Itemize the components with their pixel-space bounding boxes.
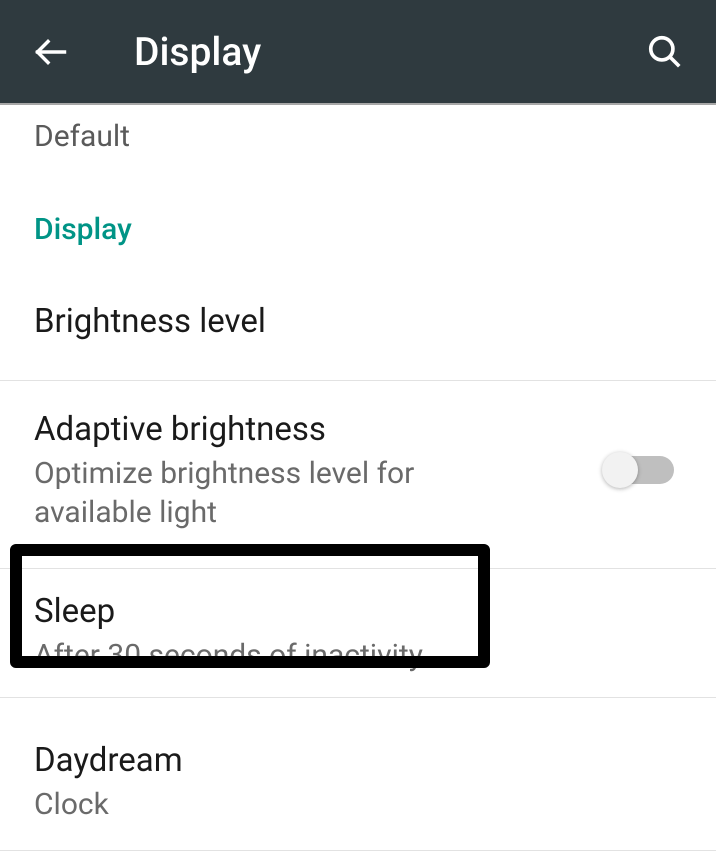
setting-sleep[interactable]: Sleep After 30 seconds of inactivity <box>0 569 716 698</box>
app-header: Display <box>0 0 716 105</box>
back-arrow-icon <box>33 34 69 70</box>
setting-subtitle: Clock <box>34 785 682 824</box>
setting-title: Brightness level <box>34 301 682 344</box>
setting-adaptive-brightness[interactable]: Adaptive brightness Optimize brightness … <box>0 381 716 569</box>
setting-title: Sleep <box>34 591 682 634</box>
setting-text: Adaptive brightness Optimize brightness … <box>34 409 604 532</box>
setting-subtitle: After 30 seconds of inactivity <box>34 636 682 675</box>
settings-content: Default Display Brightness level Adaptiv… <box>0 105 716 851</box>
setting-text: Daydream Clock <box>34 740 682 824</box>
setting-title: Daydream <box>34 740 682 783</box>
default-value-label: Default <box>0 105 716 212</box>
setting-subtitle: Optimize brightness level for available … <box>34 454 504 532</box>
setting-title: Adaptive brightness <box>34 409 604 452</box>
setting-daydream[interactable]: Daydream Clock <box>0 698 716 851</box>
page-title: Display <box>134 29 261 75</box>
search-button[interactable] <box>644 31 686 73</box>
setting-text: Sleep After 30 seconds of inactivity <box>34 591 682 675</box>
section-header-display: Display <box>0 212 716 273</box>
setting-text: Brightness level <box>34 301 682 344</box>
toggle-thumb-icon <box>602 452 638 488</box>
setting-brightness-level[interactable]: Brightness level <box>0 273 716 381</box>
adaptive-brightness-toggle[interactable] <box>604 456 674 484</box>
back-button[interactable] <box>30 31 72 73</box>
search-icon <box>646 33 684 71</box>
